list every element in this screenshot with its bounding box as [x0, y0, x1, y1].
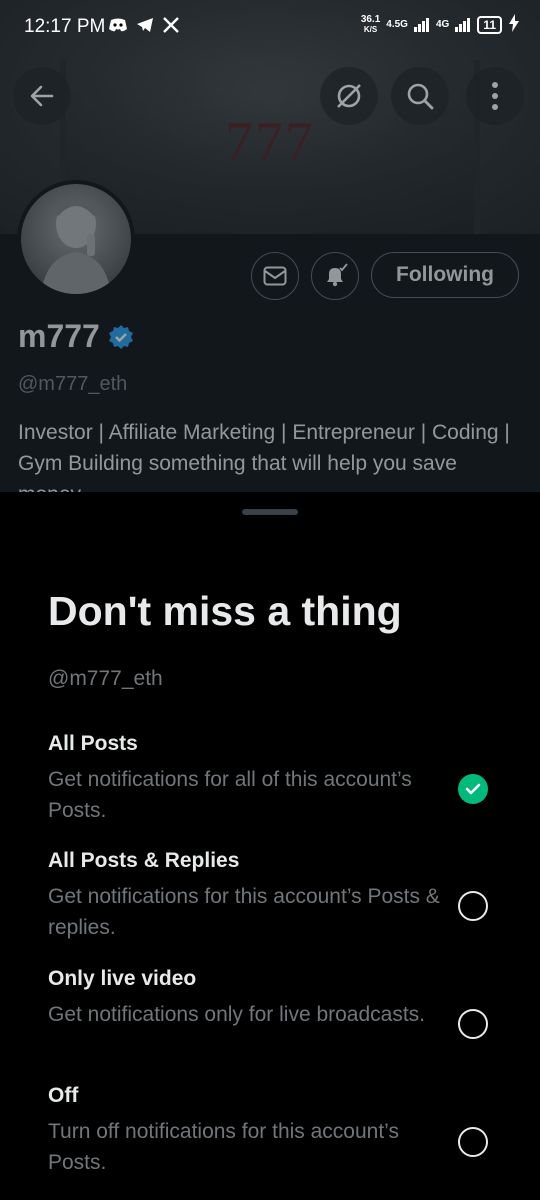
checkmark-icon [465, 783, 481, 795]
network2-label: 4G [435, 19, 450, 30]
option-title: All Posts & Replies [48, 849, 240, 872]
grok-button[interactable] [320, 67, 378, 125]
following-button[interactable]: Following [371, 252, 519, 298]
status-right-group: 36.1 K/S 4.5G 4G 11 [361, 14, 520, 35]
signal-icon [413, 17, 430, 32]
profile-handle: @m777_eth [18, 373, 128, 395]
more-button[interactable] [466, 67, 524, 125]
radio-live-video[interactable] [458, 1009, 488, 1039]
network1-label: 4.5G [386, 19, 408, 30]
message-button[interactable] [251, 252, 299, 300]
sheet-title: Don't miss a thing [48, 588, 402, 634]
sheet-handle: @m777_eth [48, 667, 163, 690]
radio-all-posts-selected[interactable] [458, 774, 488, 804]
bell-check-icon [327, 263, 348, 287]
option-title: Only live video [48, 967, 197, 990]
telegram-icon [136, 17, 154, 38]
option-all-posts[interactable]: All Posts Get notifications for all of t… [48, 732, 498, 826]
battery-indicator: 11 [477, 15, 502, 34]
option-title: Off [48, 1084, 79, 1107]
charging-icon [508, 14, 520, 35]
option-posts-replies[interactable]: All Posts & Replies Get notifications fo… [48, 849, 498, 943]
x-logo-icon [162, 16, 180, 39]
status-bar: 12:17 PM 36.1 K/S 4.5G 4G 11 [0, 0, 540, 54]
option-description: Get notifications only for live broadcas… [48, 1003, 426, 1026]
discord-icon [108, 17, 128, 38]
avatar-statue-image [41, 200, 111, 294]
notification-sheet: Don't miss a thing @m777_eth All Posts G… [0, 492, 540, 1200]
notification-button[interactable] [311, 252, 359, 300]
radio-posts-replies[interactable] [458, 891, 488, 921]
radio-off[interactable] [458, 1127, 488, 1157]
option-description: Get notifications for this account’s Pos… [48, 885, 440, 939]
option-live-video[interactable]: Only live video Get notifications only f… [48, 967, 498, 1030]
banner-text: 777 [225, 111, 315, 173]
envelope-icon [263, 266, 287, 286]
profile-name-row: m777 [18, 318, 134, 355]
verified-badge-icon [108, 324, 133, 349]
option-description: Turn off notifications for this account’… [48, 1120, 399, 1174]
option-description: Get notifications for all of this accoun… [48, 768, 412, 822]
arrow-left-icon [30, 85, 54, 107]
profile-avatar[interactable] [17, 180, 135, 298]
back-button[interactable] [13, 67, 71, 125]
signal-icon-2 [455, 17, 471, 32]
net-speed-unit: K/S [363, 24, 378, 34]
grok-icon [337, 84, 361, 108]
search-button[interactable] [391, 67, 449, 125]
profile-name: m777 [18, 318, 100, 354]
net-speed-value: 36.1 [360, 13, 381, 25]
sheet-drag-handle[interactable] [242, 509, 298, 515]
search-icon [407, 83, 434, 110]
status-time: 12:17 PM [24, 16, 106, 37]
option-title: All Posts [48, 732, 138, 755]
status-notification-icons [108, 16, 180, 39]
net-speed: 36.1 K/S [360, 13, 381, 35]
more-vertical-icon [492, 82, 498, 110]
option-off[interactable]: Off Turn off notifications for this acco… [48, 1084, 498, 1178]
